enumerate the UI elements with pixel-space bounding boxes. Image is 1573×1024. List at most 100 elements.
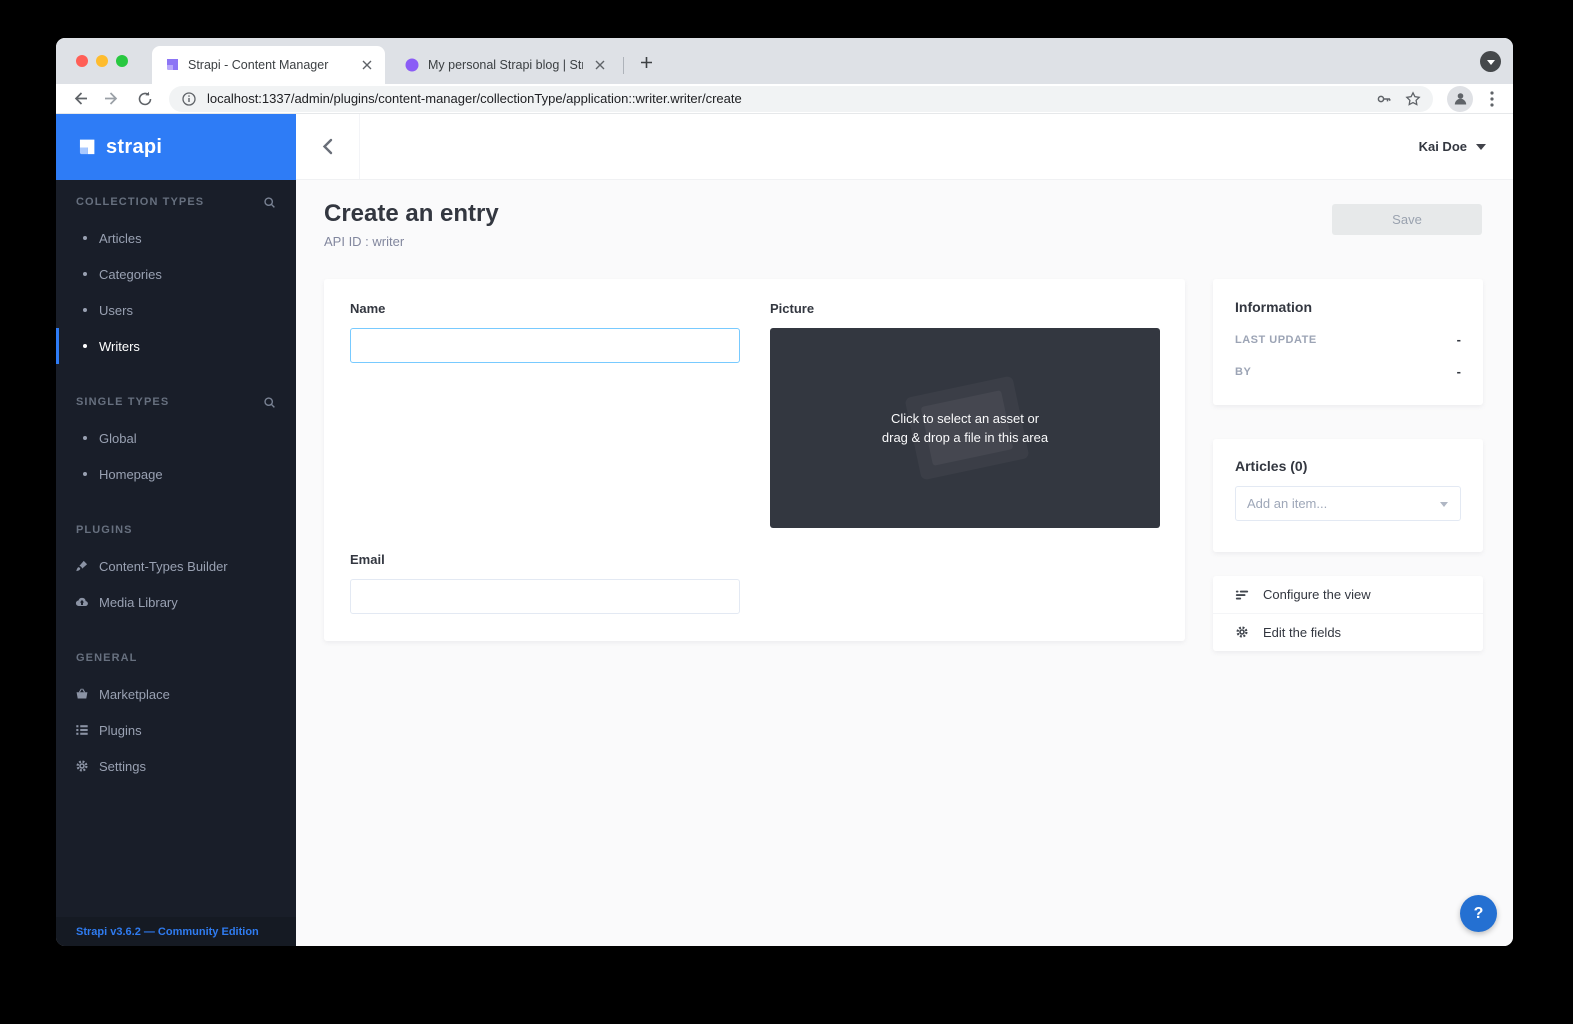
bookmark-star-icon[interactable] [1405, 91, 1421, 107]
strapi-version-footer[interactable]: Strapi v3.6.2 — Community Edition [56, 917, 296, 946]
picture-field-label: Picture [770, 301, 814, 316]
bullet-icon [83, 272, 87, 276]
gear-icon [1235, 625, 1249, 639]
gear-icon [75, 759, 89, 773]
minimize-window-button[interactable] [96, 55, 108, 67]
user-menu[interactable]: Kai Doe [1419, 139, 1513, 154]
new-tab-button[interactable] [634, 50, 658, 74]
articles-title: Articles (0) [1235, 458, 1461, 474]
bullet-icon [83, 236, 87, 240]
sidebar-item-settings[interactable]: Settings [56, 748, 296, 784]
strapi-admin-app: strapi COLLECTION TYPES Articles Categor… [56, 114, 1513, 946]
reload-button[interactable] [136, 90, 154, 108]
add-article-input[interactable] [1236, 487, 1460, 520]
sidebar-menu: COLLECTION TYPES Articles Categories Use… [56, 180, 296, 784]
configure-layout-icon [1235, 588, 1249, 602]
chevron-down-icon [1487, 60, 1495, 65]
save-button[interactable]: Save [1332, 204, 1482, 235]
search-icon[interactable] [263, 196, 276, 209]
section-collection-types: COLLECTION TYPES [56, 190, 296, 214]
name-input[interactable] [350, 328, 740, 363]
close-window-button[interactable] [76, 55, 88, 67]
tab-strapi-content-manager[interactable]: Strapi - Content Manager [152, 46, 385, 84]
brush-icon [75, 559, 89, 573]
cloud-upload-icon [75, 595, 89, 609]
sidebar-item-marketplace[interactable]: Marketplace [56, 676, 296, 712]
tab-search-button[interactable] [1480, 51, 1501, 72]
api-id-subtitle: API ID : writer [324, 234, 404, 249]
browser-window: Strapi - Content Manager My personal Str… [56, 38, 1513, 946]
browser-toolbar: localhost:1337/admin/plugins/content-man… [56, 84, 1513, 114]
picture-dropzone[interactable]: Click to select an asset or drag & drop … [770, 328, 1160, 528]
sidebar-item-articles[interactable]: Articles [56, 220, 296, 256]
sidebar: strapi COLLECTION TYPES Articles Categor… [56, 114, 296, 946]
close-tab-icon[interactable] [358, 57, 375, 74]
email-input[interactable] [350, 579, 740, 614]
back-navigation-button[interactable] [296, 114, 360, 179]
strapi-logo-icon [76, 137, 97, 158]
last-update-row: LAST UPDATE - [1235, 332, 1461, 347]
section-plugins: PLUGINS [56, 518, 296, 542]
strapi-favicon-icon [164, 57, 180, 73]
zoom-window-button[interactable] [116, 55, 128, 67]
view-links-card: Configure the view Edit the fields [1213, 576, 1483, 651]
chevron-down-icon [1476, 144, 1486, 150]
dropzone-text: Click to select an asset or drag & drop … [882, 409, 1048, 447]
sidebar-item-users[interactable]: Users [56, 292, 296, 328]
section-general: GENERAL [56, 646, 296, 670]
sidebar-item-homepage[interactable]: Homepage [56, 456, 296, 492]
bullet-icon [83, 436, 87, 440]
section-single-types: SINGLE TYPES [56, 390, 296, 414]
chevron-down-icon [1440, 502, 1448, 507]
basket-icon [75, 687, 89, 701]
bullet-icon [83, 308, 87, 312]
strapi-logo[interactable]: strapi [56, 114, 296, 180]
tab-strapi-blog[interactable]: My personal Strapi blog | Strap [392, 46, 618, 84]
by-label: BY [1235, 366, 1251, 378]
bullet-icon [83, 344, 87, 348]
search-icon[interactable] [263, 396, 276, 409]
close-tab-icon[interactable] [591, 57, 608, 74]
password-key-icon[interactable] [1376, 91, 1392, 107]
last-update-label: LAST UPDATE [1235, 334, 1317, 346]
edit-fields-link[interactable]: Edit the fields [1213, 613, 1483, 650]
configure-view-label: Configure the view [1263, 587, 1371, 602]
sidebar-item-writers[interactable]: Writers [56, 328, 296, 364]
forward-button[interactable] [103, 90, 121, 108]
email-field-label: Email [350, 552, 385, 567]
browser-profile-avatar[interactable] [1447, 86, 1473, 112]
sidebar-item-global[interactable]: Global [56, 420, 296, 456]
strapi-logo-text: strapi [106, 136, 162, 159]
address-bar[interactable]: localhost:1337/admin/plugins/content-man… [169, 86, 1433, 112]
tab-separator [623, 57, 624, 74]
help-button[interactable]: ? [1460, 895, 1497, 932]
entry-form-card: Name Picture Click to select an asset or… [324, 279, 1185, 641]
blog-favicon-icon [404, 57, 420, 73]
desktop-background: Strapi - Content Manager My personal Str… [0, 0, 1573, 1024]
by-value: - [1457, 364, 1461, 379]
main-area: Kai Doe Create an entry API ID : writer … [296, 114, 1513, 946]
name-field-label: Name [350, 301, 385, 316]
sidebar-item-content-types-builder[interactable]: Content-Types Builder [56, 548, 296, 584]
tab-title: My personal Strapi blog | Strap [428, 58, 583, 72]
chevron-left-icon [322, 138, 333, 155]
add-article-select[interactable] [1235, 486, 1461, 521]
url-text: localhost:1337/admin/plugins/content-man… [207, 91, 1376, 106]
tab-title: Strapi - Content Manager [188, 58, 350, 72]
app-header: Kai Doe [296, 114, 1513, 180]
page-info-icon[interactable] [181, 91, 197, 107]
browser-menu-icon[interactable] [1483, 90, 1501, 108]
configure-view-link[interactable]: Configure the view [1213, 576, 1483, 613]
page-title: Create an entry [324, 200, 499, 228]
list-icon [75, 723, 89, 737]
window-controls [76, 55, 128, 67]
articles-relation-card: Articles (0) [1213, 439, 1483, 552]
sidebar-item-media-library[interactable]: Media Library [56, 584, 296, 620]
sidebar-item-plugins[interactable]: Plugins [56, 712, 296, 748]
bullet-icon [83, 472, 87, 476]
back-button[interactable] [70, 90, 88, 108]
information-title: Information [1235, 299, 1461, 315]
sidebar-item-categories[interactable]: Categories [56, 256, 296, 292]
information-card: Information LAST UPDATE - BY - [1213, 279, 1483, 405]
tab-strip: Strapi - Content Manager My personal Str… [56, 38, 1513, 84]
